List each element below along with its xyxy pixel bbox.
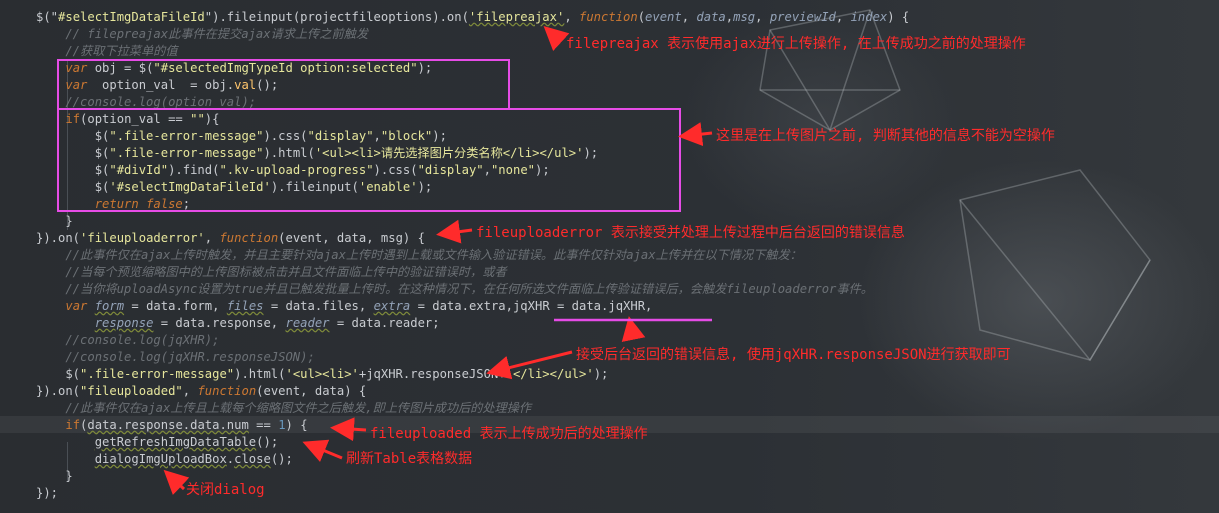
annotation-fileuploaded: fileuploaded 表示上传成功后的处理操作	[370, 426, 648, 442]
arrow-close	[163, 469, 190, 496]
annotation-close: 关闭dialog	[186, 482, 265, 498]
annotation-validate: 这里是在上传图片之前, 判断其他的信息不能为空操作	[716, 128, 1055, 144]
arrow-jqxhr-up	[621, 316, 646, 343]
arrow-fileuploaderror	[436, 219, 473, 244]
annotation-filepreajax: filepreajax 表示使用ajax进行上传操作, 在上传成功之前的处理操作	[566, 36, 1026, 52]
arrow-validate	[678, 122, 713, 147]
annotation-fileuploaderror: fileuploaderror 表示接受并处理上传过程中后台返回的错误信息	[476, 225, 905, 241]
arrow-jqxhr	[486, 350, 573, 380]
annotation-jqxhr: 接受后台返回的错误信息, 使用jqXHR.responseJSON进行获取即可	[576, 347, 1011, 363]
arrow-fileuploaded	[330, 417, 367, 442]
arrow-filepreajax	[543, 25, 570, 52]
arrow-refresh	[302, 439, 343, 462]
annotation-refresh: 刷新Table表格数据	[346, 451, 473, 467]
